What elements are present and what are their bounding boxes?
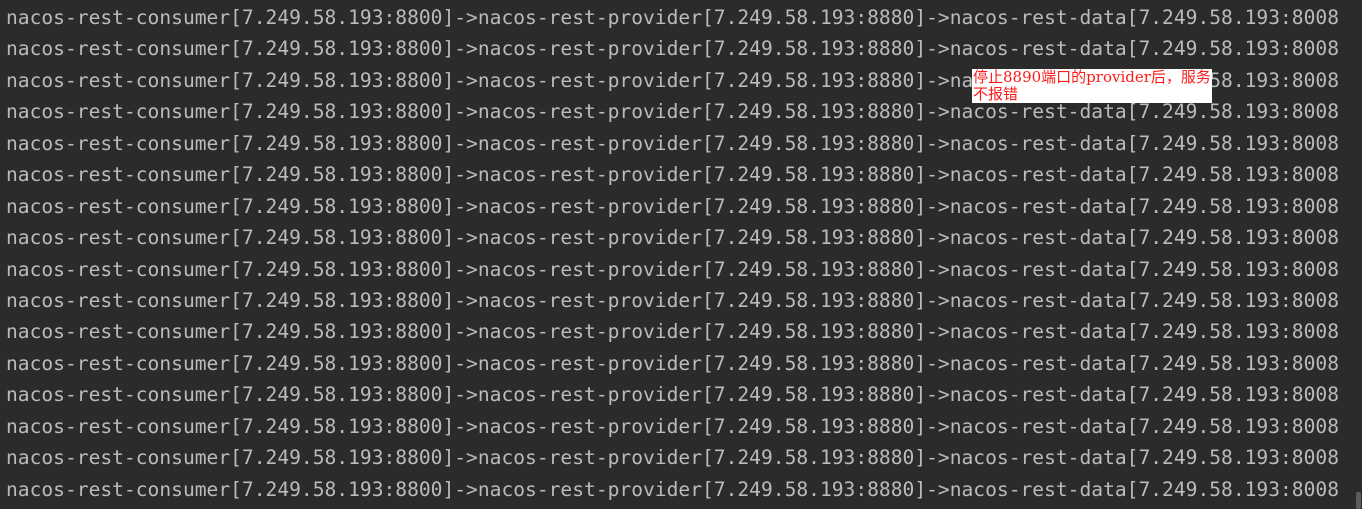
log-line: nacos-rest-consumer[7.249.58.193:8800]->… xyxy=(6,163,1339,187)
annotation-line-1: 停止8890端口的provider后，服务 xyxy=(973,68,1211,86)
annotation-note: 停止8890端口的provider后，服务 不报错 xyxy=(972,69,1212,103)
annotation-line-2: 不报错 xyxy=(973,85,1019,103)
log-line: nacos-rest-consumer[7.249.58.193:8800]->… xyxy=(6,226,1339,250)
log-line: nacos-rest-consumer[7.249.58.193:8800]->… xyxy=(6,320,1339,344)
log-line: nacos-rest-consumer[7.249.58.193:8800]->… xyxy=(6,446,1339,470)
log-line: nacos-rest-consumer[7.249.58.193:8800]->… xyxy=(6,37,1339,61)
log-line: nacos-rest-consumer[7.249.58.193:8800]->… xyxy=(6,131,1339,155)
log-line: nacos-rest-consumer[7.249.58.193:8800]->… xyxy=(6,257,1339,281)
log-line: nacos-rest-consumer[7.249.58.193:8800]->… xyxy=(6,477,1339,501)
log-line: nacos-rest-consumer[7.249.58.193:8800]->… xyxy=(6,383,1339,407)
log-line: nacos-rest-consumer[7.249.58.193:8800]->… xyxy=(6,414,1339,438)
log-line: nacos-rest-consumer[7.249.58.193:8800]->… xyxy=(6,194,1339,218)
console-output: nacos-rest-consumer[7.249.58.193:8800]->… xyxy=(0,0,1362,509)
log-line: nacos-rest-consumer[7.249.58.193:8800]->… xyxy=(6,351,1339,375)
log-line: nacos-rest-consumer[7.249.58.193:8800]->… xyxy=(6,6,1339,29)
log-line: nacos-rest-consumer[7.249.58.193:8800]->… xyxy=(6,288,1339,312)
scrollbar-thumb[interactable] xyxy=(1356,492,1361,509)
vertical-scrollbar[interactable] xyxy=(1356,0,1362,509)
